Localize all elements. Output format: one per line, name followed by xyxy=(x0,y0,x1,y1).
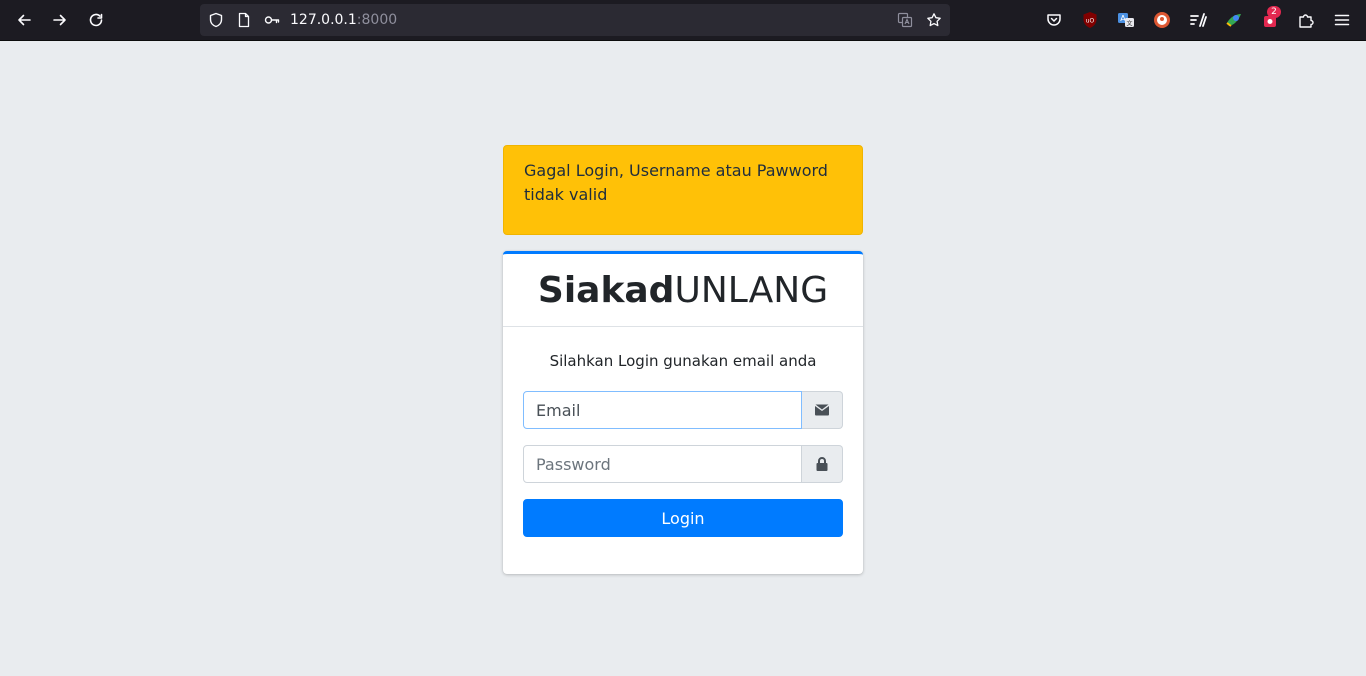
email-input-group xyxy=(523,391,843,429)
envelope-icon xyxy=(815,404,829,416)
translate-extension-icon[interactable]: A文 xyxy=(1117,11,1135,29)
browser-toolbar: 127.0.0.1:8000 uO A文 2 xyxy=(0,0,1366,41)
lock-icon xyxy=(816,457,828,471)
password-input-group xyxy=(523,445,843,483)
page-icon[interactable] xyxy=(236,12,252,28)
app-logo[interactable]: SiakadUNLANG xyxy=(538,270,828,311)
login-box-message: Silahkan Login gunakan email anda xyxy=(549,352,817,370)
card-header: SiakadUNLANG xyxy=(503,254,863,327)
arrow-left-icon xyxy=(18,14,31,26)
shield-icon[interactable] xyxy=(208,12,224,28)
sidebar-extension-icon[interactable] xyxy=(1189,11,1207,29)
password-addon xyxy=(802,445,843,483)
notification-badge: 2 xyxy=(1267,6,1281,18)
svg-text:uO: uO xyxy=(1086,18,1095,25)
forward-button[interactable] xyxy=(48,8,72,32)
reload-icon xyxy=(89,13,103,27)
key-icon[interactable] xyxy=(264,12,280,28)
logo-regular: UNLANG xyxy=(674,270,829,311)
url-bar[interactable]: 127.0.0.1:8000 xyxy=(200,4,950,36)
svg-text:文: 文 xyxy=(1126,20,1132,28)
back-button[interactable] xyxy=(12,8,36,32)
menu-hamburger-icon[interactable] xyxy=(1333,11,1351,29)
url-host: 127.0.0.1 xyxy=(290,12,357,28)
password-input[interactable] xyxy=(523,445,802,483)
bookmark-star-icon[interactable] xyxy=(926,12,942,28)
extensions-puzzle-icon[interactable] xyxy=(1297,11,1315,29)
duckduckgo-icon[interactable] xyxy=(1153,11,1171,29)
translate-icon[interactable] xyxy=(897,12,913,28)
colorful-extension-icon[interactable] xyxy=(1225,11,1243,29)
alert-message: Gagal Login, Username atau Pawword tidak… xyxy=(524,161,828,204)
login-card: SiakadUNLANG Silahkan Login gunakan emai… xyxy=(503,251,863,574)
ublock-origin-icon[interactable]: uO xyxy=(1081,11,1099,29)
url-port: :8000 xyxy=(356,12,398,28)
email-addon xyxy=(802,391,843,429)
arrow-right-icon xyxy=(53,14,66,26)
email-input[interactable] xyxy=(523,391,802,429)
pocket-icon[interactable] xyxy=(1045,11,1063,29)
logo-bold: Siakad xyxy=(537,270,675,311)
url-text[interactable]: 127.0.0.1:8000 xyxy=(290,12,397,28)
login-button[interactable]: Login xyxy=(523,499,843,537)
reload-button[interactable] xyxy=(84,8,108,32)
login-error-alert: Gagal Login, Username atau Pawword tidak… xyxy=(503,145,863,235)
